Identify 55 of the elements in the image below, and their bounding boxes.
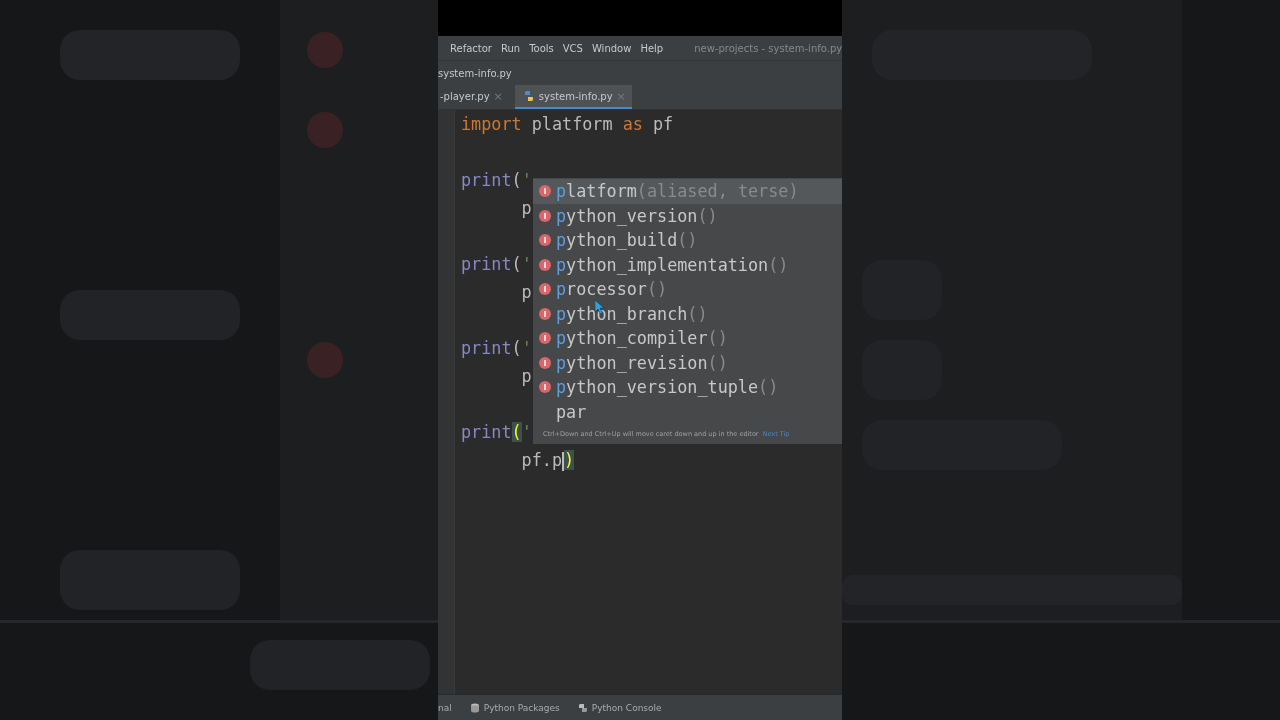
code-builtin: print	[461, 422, 512, 442]
completion-item[interactable]: python_version_tuple()	[533, 375, 842, 400]
tool-window-tab[interactable]: Python Packages	[469, 702, 560, 713]
code-text: p	[520, 282, 532, 302]
matched-bracket: )	[564, 450, 575, 470]
code-string: '	[521, 338, 532, 358]
function-icon	[539, 209, 551, 222]
code-text: pf.p	[520, 450, 563, 470]
stack-icon	[469, 702, 480, 713]
function-icon	[539, 356, 551, 369]
menu-item[interactable]: Tools	[529, 42, 554, 54]
code-builtin: print	[461, 338, 512, 358]
code-text: p	[520, 198, 532, 218]
code-builtin: print	[461, 170, 512, 190]
code-builtin: print	[461, 254, 512, 274]
function-icon	[539, 381, 551, 394]
completion-item[interactable]: p rocessor()	[533, 277, 842, 302]
file-tab[interactable]: system-info.py ×	[514, 85, 632, 109]
file-tab[interactable]: -player.py ×	[438, 85, 509, 109]
menu-item[interactable]: Help	[640, 42, 664, 54]
completion-item[interactable]: python_implementation()	[533, 252, 842, 277]
code-string: '	[521, 170, 532, 190]
completion-item[interactable]: python_branch()	[533, 301, 842, 326]
completion-item[interactable]: python_build()	[533, 228, 842, 253]
function-icon	[539, 332, 551, 345]
menu-item[interactable]: Window	[591, 42, 632, 54]
code-text: (	[511, 170, 522, 190]
function-icon	[539, 258, 551, 271]
completion-item[interactable]: par	[533, 399, 842, 424]
tool-window-tab[interactable]: Python Console	[577, 702, 662, 713]
code-text: (	[511, 338, 522, 358]
python-icon	[577, 702, 588, 713]
completion-item[interactable]: python_revision()	[533, 350, 842, 375]
menu-item[interactable]: Run	[500, 42, 521, 54]
code-keyword: import	[461, 114, 522, 134]
code-text: platform	[530, 114, 614, 134]
python-file-icon	[522, 90, 535, 102]
code-text: (	[511, 254, 522, 274]
code-string: '	[521, 254, 532, 274]
menu-item[interactable]: Refactor	[450, 42, 492, 54]
code-string: '	[521, 422, 532, 442]
function-icon	[539, 283, 551, 296]
window-title: new-projects - system-info.py	[694, 42, 842, 54]
code-keyword: as	[622, 114, 643, 134]
breadcrumb[interactable]: system-info.py	[438, 67, 512, 79]
menu-item[interactable]: VCS	[562, 42, 583, 54]
matched-bracket: (	[511, 422, 522, 442]
completion-item[interactable]: python_compiler()	[533, 326, 842, 351]
function-icon	[539, 185, 551, 198]
completion-item[interactable]: python_version()	[533, 203, 842, 228]
code-text: pf	[652, 114, 674, 134]
code-text: p	[520, 366, 532, 386]
tool-window-tab[interactable]: nal	[438, 702, 452, 713]
function-icon	[539, 234, 551, 247]
function-icon	[539, 307, 551, 320]
